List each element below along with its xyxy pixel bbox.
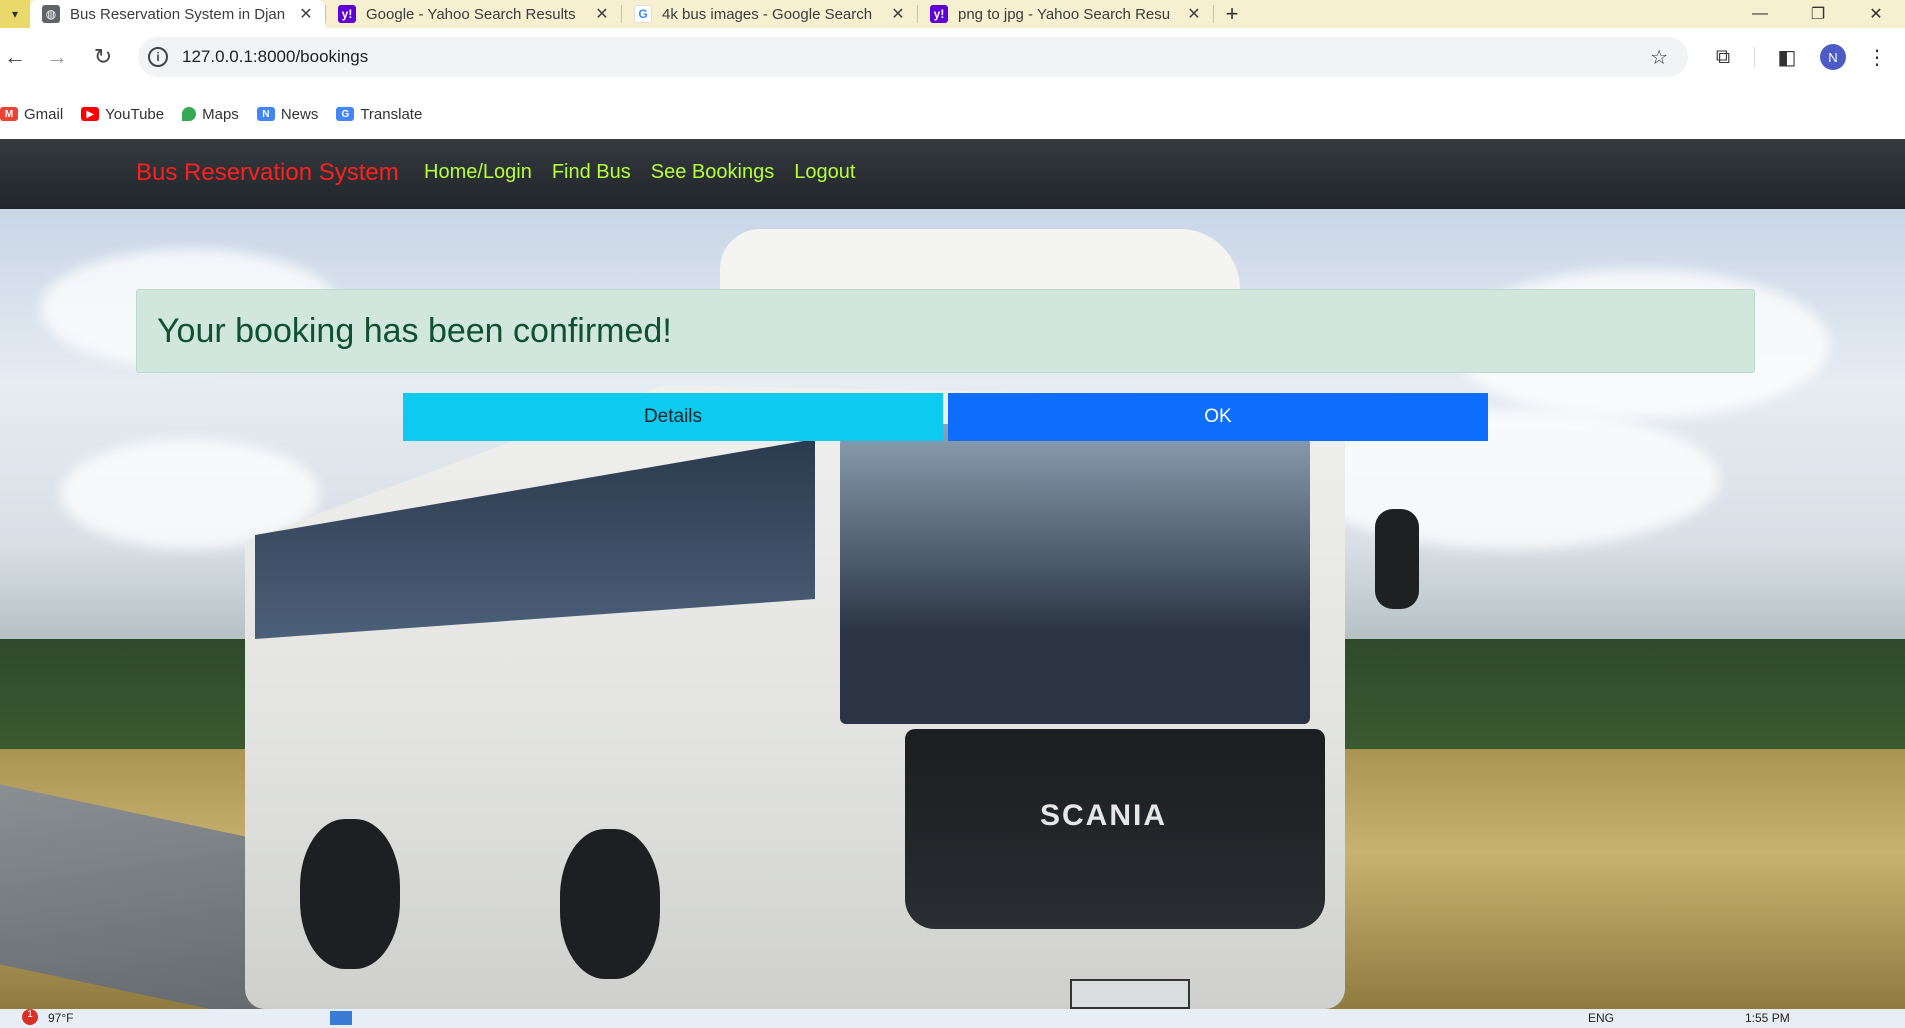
chevron-down-icon: ▾ [11, 7, 19, 21]
site-brand[interactable]: Bus Reservation System [136, 159, 399, 187]
bookmark-star-icon[interactable]: ☆ [1650, 45, 1668, 70]
gmail-icon: M [0, 107, 18, 121]
tab-title: Google - Yahoo Search Results [366, 5, 576, 23]
bus-wheel [560, 829, 660, 979]
bookmarks-bar: M Gmail ▶ YouTube Maps N News G Translat… [0, 100, 440, 128]
plus-icon: + [1225, 1, 1239, 26]
youtube-icon: ▶ [81, 107, 100, 121]
bookmark-label: Maps [202, 105, 239, 123]
minimize-icon[interactable]: — [1731, 0, 1789, 28]
web-page: Bus Reservation System Home/Login Find B… [0, 139, 1905, 1009]
close-icon[interactable]: ✕ [297, 4, 315, 24]
close-icon[interactable]: ✕ [593, 4, 611, 24]
tab-bus-reservation[interactable]: ◍ Bus Reservation System in Djan ✕ [30, 0, 325, 28]
forward-icon[interactable]: → [42, 42, 72, 72]
bookmark-news[interactable]: N News [256, 105, 319, 123]
google-icon: G [634, 5, 652, 23]
new-tab-button[interactable]: + [1214, 0, 1250, 28]
site-navbar: Bus Reservation System Home/Login Find B… [0, 139, 1905, 209]
site-info-icon[interactable]: i [148, 47, 168, 67]
bookmark-gmail[interactable]: M Gmail [0, 106, 63, 123]
globe-icon: ◍ [42, 5, 60, 23]
bus-mirror [1375, 509, 1419, 609]
close-icon[interactable]: ✕ [889, 4, 907, 24]
booking-confirmation-alert: Your booking has been confirmed! [136, 289, 1755, 373]
bookmark-maps[interactable]: Maps [182, 106, 239, 123]
details-button[interactable]: Details [403, 393, 943, 441]
nav-link-see-bookings[interactable]: See Bookings [651, 161, 774, 184]
nav-link-home-login[interactable]: Home/Login [424, 161, 532, 184]
translate-icon: G [336, 107, 355, 121]
language-indicator[interactable]: ENG [1588, 1011, 1614, 1025]
toolbar-divider [1754, 47, 1755, 67]
profile-button[interactable]: N [1818, 42, 1848, 72]
address-bar[interactable]: i 127.0.0.1:8000/bookings ☆ [138, 37, 1688, 77]
nav-link-logout[interactable]: Logout [794, 161, 855, 184]
start-icon[interactable] [330, 1011, 352, 1025]
avatar: N [1820, 44, 1846, 70]
bookmark-translate[interactable]: G Translate [336, 106, 422, 123]
bus-wheel [300, 819, 400, 969]
maps-pin-icon [182, 107, 197, 121]
nav-link-find-bus[interactable]: Find Bus [552, 161, 631, 184]
tab-search-button[interactable]: ▾ [0, 0, 30, 28]
extensions-icon[interactable]: ⧉ [1708, 42, 1738, 72]
news-icon: N [256, 107, 275, 121]
reload-icon[interactable]: ↻ [88, 42, 118, 72]
window-controls: — ❐ ✕ [1731, 0, 1905, 28]
back-icon[interactable]: ← [0, 42, 30, 72]
notification-badge: 1 [22, 1009, 38, 1025]
bus-windshield [840, 424, 1310, 724]
menu-kebab-icon[interactable]: ⋮ [1862, 42, 1892, 72]
tab-yahoo-png-jpg[interactable]: y! png to jpg - Yahoo Search Resu ✕ [918, 0, 1213, 28]
browser-toolbar: ← → ↻ i 127.0.0.1:8000/bookings ☆ ⧉ ◧ N … [0, 28, 1905, 123]
tab-google-bus-images[interactable]: G 4k bus images - Google Search ✕ [622, 0, 917, 28]
weather-temperature[interactable]: 97°F [48, 1011, 73, 1025]
bus-logo: SCANIA [1040, 799, 1168, 832]
browser-tabstrip: ▾ ◍ Bus Reservation System in Djan ✕ y! … [0, 0, 1905, 28]
tab-title: 4k bus images - Google Search [662, 5, 873, 23]
bookmark-label: News [280, 105, 319, 123]
tab-title: Bus Reservation System in Djan [70, 5, 286, 23]
ok-button[interactable]: OK [948, 393, 1488, 441]
bus-license-plate [1070, 979, 1190, 1009]
restore-icon[interactable]: ❐ [1789, 0, 1847, 28]
bookmark-label: Translate [360, 105, 423, 123]
side-panel-icon[interactable]: ◧ [1772, 42, 1802, 72]
tab-yahoo-google[interactable]: y! Google - Yahoo Search Results ✕ [326, 0, 621, 28]
nav-links: Home/Login Find Bus See Bookings Logout [424, 161, 855, 184]
bookmark-label: Gmail [24, 105, 64, 123]
close-window-icon[interactable]: ✕ [1847, 0, 1905, 28]
close-icon[interactable]: ✕ [1185, 4, 1203, 24]
url-text: 127.0.0.1:8000/bookings [182, 47, 369, 66]
bookmark-youtube[interactable]: ▶ YouTube [81, 106, 164, 123]
clock-time[interactable]: 1:55 PM [1745, 1011, 1790, 1025]
bookmark-label: YouTube [105, 105, 165, 123]
yahoo-icon: y! [930, 5, 948, 23]
os-taskbar: 1 97°F ENG 1:55 PM [0, 1009, 1905, 1028]
tab-title: png to jpg - Yahoo Search Resu [958, 5, 1171, 23]
confirmation-message: Your booking has been confirmed! [157, 311, 672, 350]
yahoo-icon: y! [338, 5, 356, 23]
